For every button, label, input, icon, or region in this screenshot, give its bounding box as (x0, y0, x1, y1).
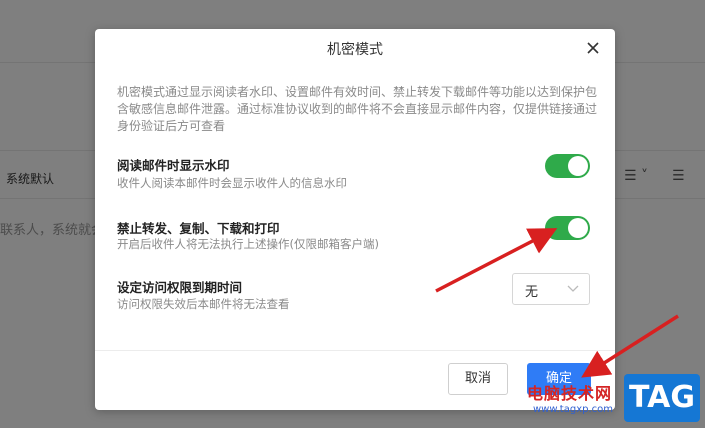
expiry-option-title: 设定访问权限到期时间 (117, 280, 243, 295)
no-forward-option-subtitle: 开启后收件人将无法执行上述操作(仅限邮箱客户端) (117, 237, 379, 251)
expiry-option-subtitle: 访问权限失效后本邮件将无法查看 (117, 297, 290, 311)
cancel-button[interactable]: 取消 (448, 363, 508, 395)
watermark-option-subtitle: 收件人阅读本邮件时会显示收件人的信息水印 (117, 176, 347, 190)
close-icon[interactable] (583, 38, 603, 58)
chevron-down-icon (567, 285, 579, 292)
expiry-select[interactable]: 无 (512, 273, 590, 305)
toggle-knob (568, 218, 588, 238)
watermark-site-name: 电脑技术网 (527, 384, 613, 403)
dialog-title: 机密模式 (327, 42, 383, 58)
watermark-toggle[interactable] (545, 154, 590, 178)
no-forward-toggle[interactable] (545, 216, 590, 240)
watermark-url: www.tagxp.com (533, 404, 613, 415)
dialog-description: 机密模式通过显示阅读者水印、设置邮件有效时间、禁止转发下载邮件等功能以达到保护包… (117, 85, 598, 133)
toggle-knob (568, 156, 588, 176)
watermark-tag-logo: TAG (624, 374, 700, 422)
watermark-option-title: 阅读邮件时显示水印 (117, 158, 230, 173)
footer-divider (95, 350, 615, 351)
expiry-select-value: 无 (525, 285, 539, 300)
confidential-mode-dialog: 机密模式 机密模式通过显示阅读者水印、设置邮件有效时间、禁止转发下载邮件等功能以… (95, 29, 615, 410)
no-forward-option-title: 禁止转发、复制、下载和打印 (117, 221, 280, 236)
